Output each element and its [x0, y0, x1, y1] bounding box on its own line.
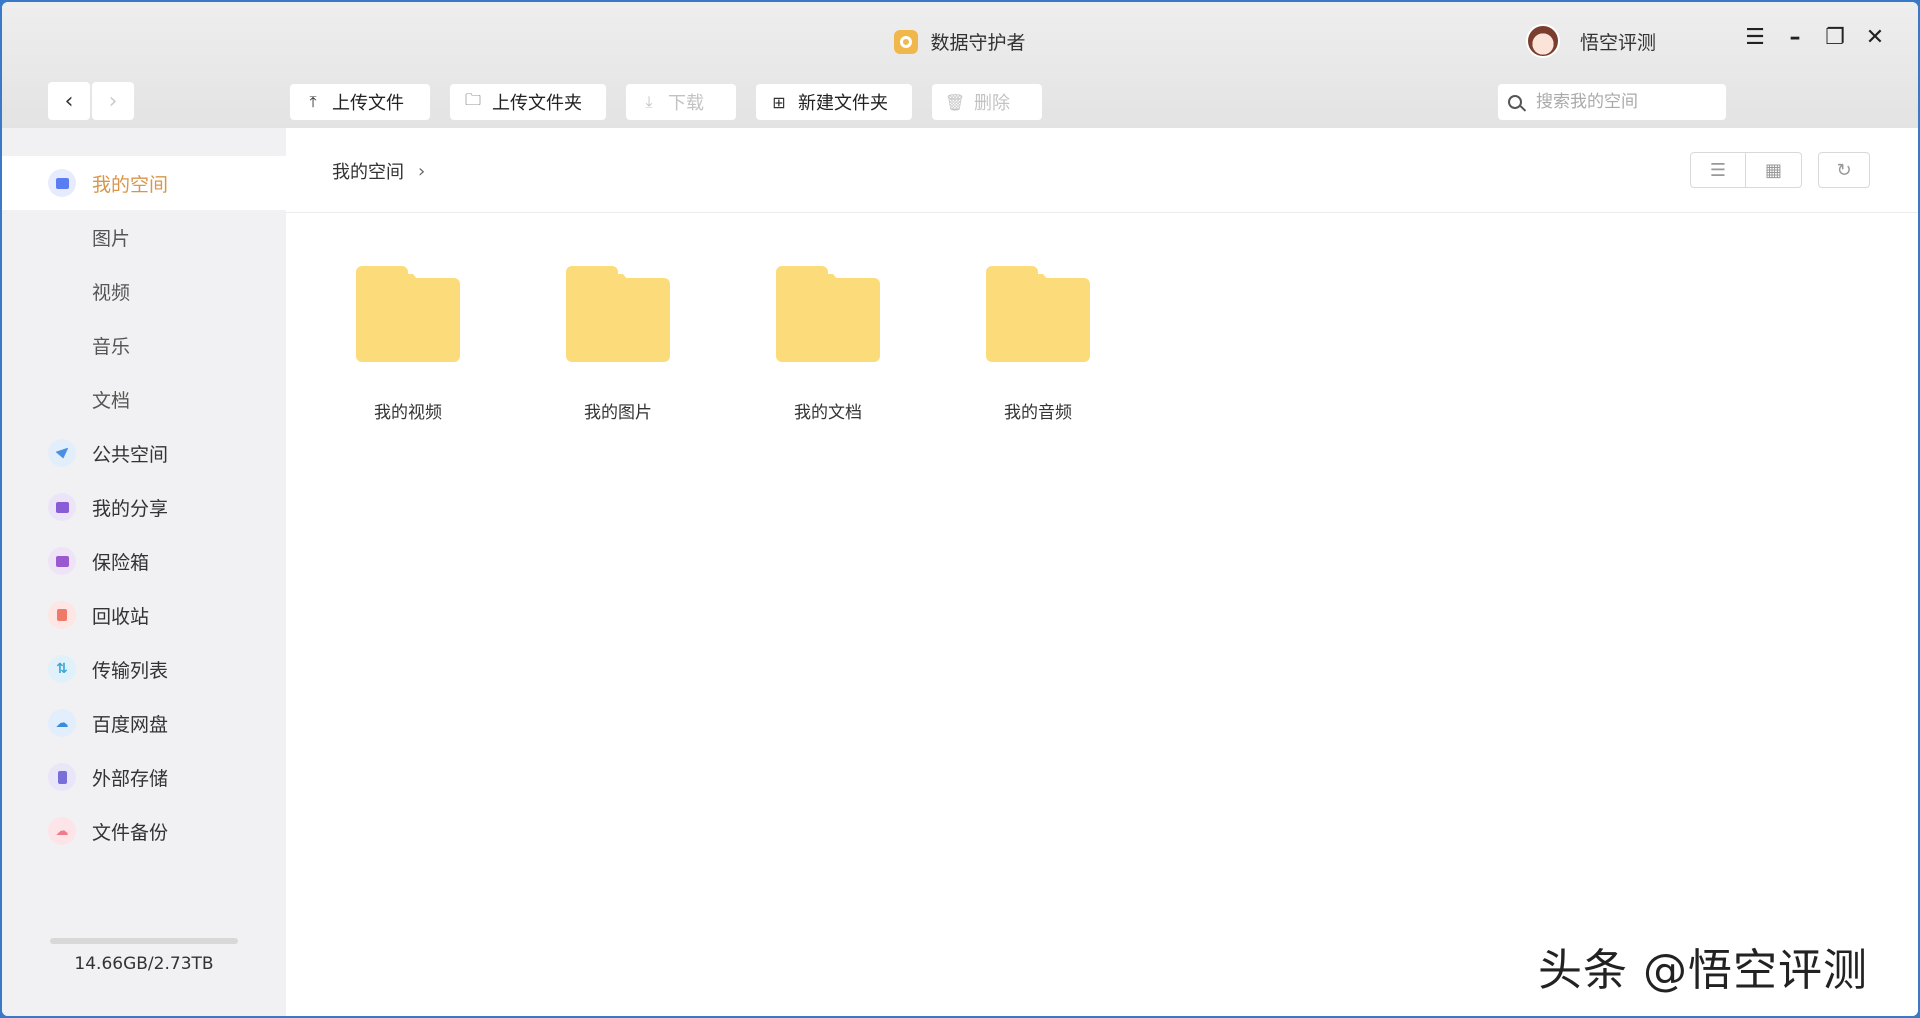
window-controls: ☰ – ❐ ✕: [1744, 25, 1886, 50]
breadcrumb-current[interactable]: 我的空间: [332, 158, 404, 184]
window-title-text: 数据守护者: [930, 32, 1026, 54]
upload-file-button[interactable]: ⤒ 上传文件: [290, 84, 430, 120]
sidebar-item-transfer-list[interactable]: ⇅ 传输列表: [2, 642, 286, 696]
folder-icon: [566, 266, 670, 362]
refresh-button[interactable]: ↻: [1818, 152, 1870, 188]
new-folder-button[interactable]: ⊞ 新建文件夹: [756, 84, 912, 120]
folder-item[interactable]: 我的文档: [748, 266, 908, 436]
folder-item[interactable]: 我的视频: [328, 266, 488, 436]
search-icon: [1508, 95, 1522, 109]
sidebar-item-public-space[interactable]: 公共空间: [2, 426, 286, 480]
menu-icon[interactable]: ☰: [1744, 25, 1766, 50]
storage-usage-bar: [50, 938, 238, 944]
upload-icon: ⤒: [309, 92, 317, 111]
share-icon: [48, 493, 76, 521]
main-content: 我的空间 › ☰ ▦ ↻ 我的视频 我的图片 我的文档 我的音频: [286, 128, 1918, 1016]
sidebar-item-file-backup[interactable]: ☁ 文件备份: [2, 804, 286, 858]
trash-icon: [48, 601, 76, 629]
title-toolbar-area: 数据守护者 悟空评测 ☰ – ❐ ✕ ‹ › ⤒ 上传文件 🗀 上传文件夹 ⤓: [2, 2, 1918, 128]
watermark-text: 头条 @悟空评测: [1538, 945, 1868, 996]
download-button[interactable]: ⤓ 下载: [626, 84, 736, 120]
sort-list-icon: ☰: [1709, 159, 1727, 181]
sidebar-item-videos[interactable]: 视频: [2, 264, 286, 318]
refresh-icon: ↻: [1836, 159, 1852, 181]
folder-icon: [48, 169, 76, 197]
search-input[interactable]: [1534, 91, 1708, 113]
folder-icon: [986, 266, 1090, 362]
sidebar-item-baidu-netdisk[interactable]: ☁ 百度网盘: [2, 696, 286, 750]
sidebar-item-my-space[interactable]: 我的空间: [2, 156, 286, 210]
folder-item[interactable]: 我的音频: [958, 266, 1118, 436]
sidebar-item-safe[interactable]: 保险箱: [2, 534, 286, 588]
restore-icon[interactable]: ❐: [1824, 25, 1846, 50]
sidebar: 我的空间 图片 视频 音乐 文档 公共空间 我的分享 保险箱 回收站 ⇅ 传输列…: [2, 128, 286, 1016]
cloud-icon: ☁: [48, 709, 76, 737]
chevron-right-icon: ›: [108, 88, 118, 114]
app-logo-icon: [894, 29, 919, 54]
delete-button[interactable]: 🗑 删除: [932, 84, 1042, 120]
folder-upload-icon: 🗀: [464, 89, 481, 109]
user-account[interactable]: 悟空评测: [1526, 24, 1656, 58]
forward-button[interactable]: ›: [92, 82, 134, 120]
chevron-left-icon: ‹: [64, 88, 74, 114]
sidebar-item-recycle-bin[interactable]: 回收站: [2, 588, 286, 642]
breadcrumb-bar: 我的空间 › ☰ ▦ ↻: [286, 128, 1918, 213]
grid-icon: ▦: [1764, 159, 1782, 181]
avatar[interactable]: [1526, 24, 1560, 58]
user-name[interactable]: 悟空评测: [1580, 28, 1656, 55]
folder-icon: [356, 266, 460, 362]
folder-icon: [776, 266, 880, 362]
transfer-icon: ⇅: [48, 655, 76, 683]
list-view-button[interactable]: ☰: [1690, 152, 1746, 188]
upload-folder-button[interactable]: 🗀 上传文件夹: [450, 84, 606, 120]
safe-icon: [48, 547, 76, 575]
app-window: 数据守护者 悟空评测 ☰ – ❐ ✕ ‹ › ⤒ 上传文件 🗀 上传文件夹 ⤓: [2, 2, 1918, 1016]
close-icon[interactable]: ✕: [1864, 25, 1886, 50]
new-folder-icon: ⊞: [772, 92, 786, 112]
paper-plane-icon: [48, 439, 76, 467]
download-icon: ⤓: [645, 92, 653, 111]
back-button[interactable]: ‹: [48, 82, 90, 120]
sidebar-item-external-storage[interactable]: 外部存储: [2, 750, 286, 804]
sidebar-item-my-share[interactable]: 我的分享: [2, 480, 286, 534]
backup-cloud-icon: ☁: [48, 817, 76, 845]
folder-item[interactable]: 我的图片: [538, 266, 698, 436]
sidebar-item-documents[interactable]: 文档: [2, 372, 286, 426]
storage-usage-text: 14.66GB/2.73TB: [74, 954, 214, 974]
breadcrumb: 我的空间 ›: [332, 158, 425, 184]
sidebar-item-pictures[interactable]: 图片: [2, 210, 286, 264]
grid-view-button[interactable]: ▦: [1746, 152, 1802, 188]
minimize-icon[interactable]: –: [1784, 25, 1806, 50]
trash-icon: 🗑: [944, 92, 966, 112]
usb-icon: [48, 763, 76, 791]
chevron-right-icon: ›: [418, 160, 426, 182]
view-controls: ☰ ▦ ↻: [1690, 152, 1870, 188]
sidebar-item-music[interactable]: 音乐: [2, 318, 286, 372]
search-box[interactable]: [1498, 84, 1726, 120]
